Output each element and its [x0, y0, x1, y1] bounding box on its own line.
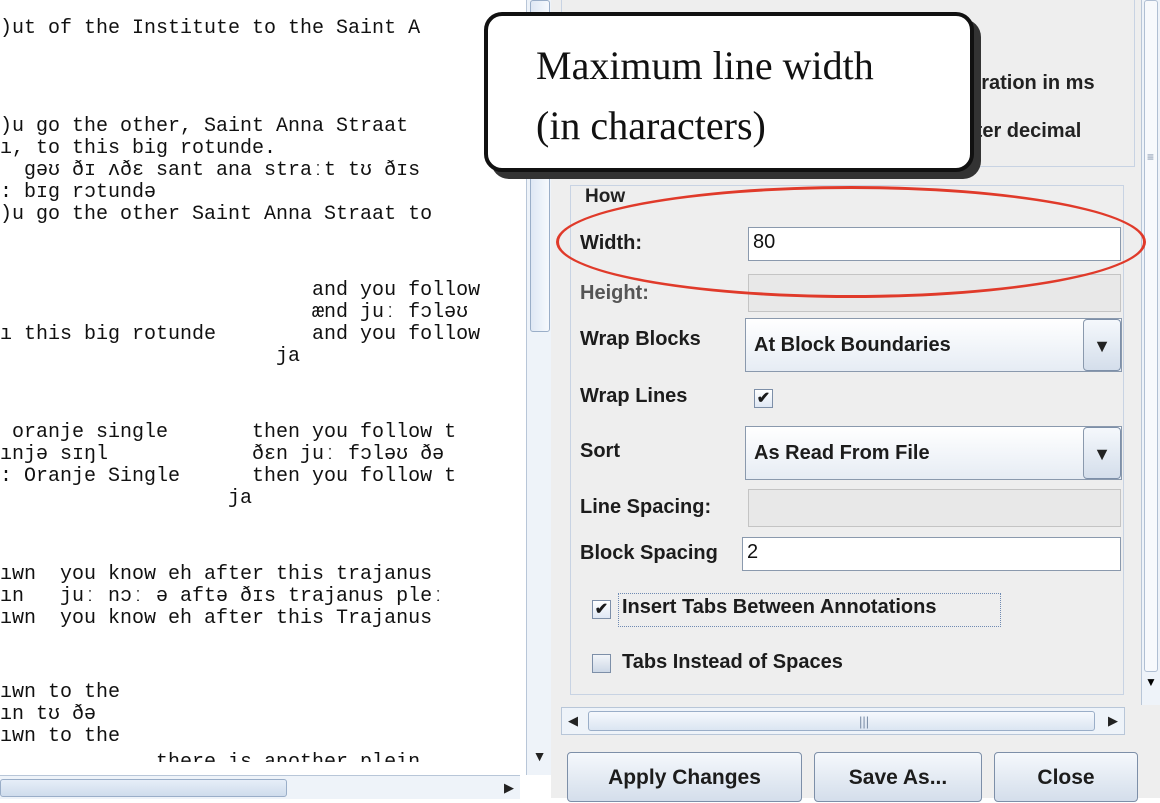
duration-ms-label: uration in ms — [969, 72, 1095, 94]
tabs-instead-label[interactable]: Tabs Instead of Spaces — [622, 651, 843, 674]
preview-line: ı, to this big rotunde. — [0, 137, 277, 160]
highlight-oval — [556, 186, 1146, 298]
preview-line: ın tʊ ðə — [0, 703, 97, 726]
text-preview: )ut of the Institute to the Saint A )u g… — [0, 0, 526, 762]
wrap-blocks-label: Wrap Blocks — [580, 328, 701, 350]
preview-line: ænd juː fɔləʊ — [0, 301, 469, 324]
save-as-button[interactable]: Save As... — [814, 752, 982, 802]
wrap-blocks-dropdown[interactable]: At Block Boundaries ▼ — [745, 318, 1122, 372]
preview-horizontal-scroll-thumb[interactable] — [0, 779, 287, 797]
chevron-down-icon[interactable]: ▼ — [1083, 319, 1121, 371]
sort-label: Sort — [580, 440, 620, 462]
preview-horizontal-scrollbar[interactable]: ▶ — [0, 775, 520, 799]
sort-value: As Read From File — [754, 442, 930, 464]
close-button[interactable]: Close — [994, 752, 1138, 802]
line-spacing-label: Line Spacing: — [580, 496, 712, 518]
line-spacing-input[interactable] — [748, 489, 1121, 527]
wrap-lines-checkbox[interactable]: ✔ — [754, 389, 773, 408]
preview-line: ıwn to the — [0, 681, 121, 704]
preview-line: ınjə sɪŋl ðɛn juː fɔləʊ ðə — [0, 443, 445, 466]
scroll-left-arrow-icon[interactable]: ◀ — [562, 708, 584, 734]
preview-line: : bɪg rɔtundə — [0, 181, 157, 204]
options-vertical-scrollbar[interactable]: ≡ ▼ — [1141, 0, 1160, 705]
grip-icon: ||| — [859, 714, 870, 729]
grip-icon: ≡ — [1147, 150, 1155, 164]
scroll-right-arrow-icon[interactable]: ▶ — [1102, 708, 1124, 734]
sort-dropdown[interactable]: As Read From File ▼ — [745, 426, 1122, 480]
preview-line: and you follow — [0, 279, 481, 302]
scroll-down-arrow-icon[interactable]: ▼ — [1142, 675, 1160, 689]
options-horizontal-scrollbar[interactable]: ◀ ||| ▶ — [561, 707, 1125, 735]
preview-line: gəʊ ðɪ ʌðɛ sant ana straːt tʊ ðɪs — [0, 159, 421, 182]
preview-line: )ut of the Institute to the Saint A — [0, 17, 421, 40]
preview-line: ıwn to the — [0, 725, 121, 748]
block-spacing-label: Block Spacing — [580, 542, 718, 564]
height-label: Height: — [580, 282, 649, 304]
options-horizontal-scroll-thumb[interactable]: ||| — [588, 711, 1095, 731]
preview-line: ıwn you know eh after this trajanus — [0, 563, 433, 586]
wrap-lines-label: Wrap Lines — [580, 385, 688, 407]
preview-line: : Oranje Single then you follow t — [0, 465, 457, 488]
block-spacing-input[interactable]: 2 — [742, 537, 1121, 571]
preview-line: oranje single then you follow t — [0, 421, 457, 444]
chevron-down-icon[interactable]: ▼ — [1083, 427, 1121, 479]
scroll-down-arrow-icon[interactable]: ▼ — [527, 745, 552, 767]
preview-line: ja — [0, 345, 301, 368]
apply-changes-button[interactable]: Apply Changes — [567, 752, 802, 802]
tabs-instead-checkbox[interactable] — [592, 654, 611, 673]
preview-line: )u go the other Saint Anna Straat to — [0, 203, 433, 226]
options-vertical-scroll-thumb[interactable] — [1144, 0, 1158, 672]
digits-after-decimal-label: fter decimal — [969, 120, 1082, 142]
how-group-title: How — [583, 186, 628, 208]
preview-line: ı this big rotunde and you follow — [0, 323, 481, 346]
preview-line: ja — [0, 487, 253, 510]
preview-line: ıwn you know eh after this Trajanus — [0, 607, 433, 630]
scroll-right-arrow-icon[interactable]: ▶ — [498, 776, 520, 799]
preview-line: )u go the other, Saint Anna Straat — [0, 115, 409, 138]
preview-line: ın juː nɔː ə aftə ðɪs trajanus pleː — [0, 585, 445, 608]
insert-tabs-checkbox[interactable]: ✔ — [592, 600, 611, 619]
preview-line: there is another plein — [0, 752, 420, 763]
callout-text: Maximum line width (in characters) — [536, 43, 874, 148]
wrap-blocks-value: At Block Boundaries — [754, 334, 951, 356]
annotation-callout: Maximum line width (in characters) — [484, 12, 974, 172]
insert-tabs-label[interactable]: Insert Tabs Between Annotations — [622, 596, 936, 619]
